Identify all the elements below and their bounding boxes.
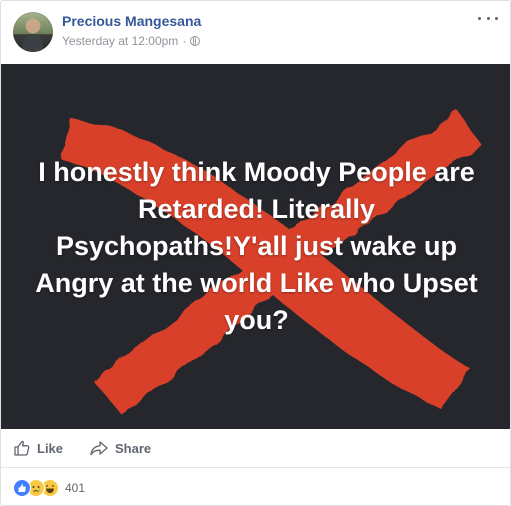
like-icon	[13, 479, 31, 497]
like-button[interactable]: Like	[13, 429, 63, 467]
post-header: Precious Mangesana Yesterday at 12:00pm …	[1, 1, 510, 63]
post-card: Precious Mangesana Yesterday at 12:00pm …	[0, 0, 511, 506]
meta-separator: ·	[182, 34, 187, 48]
image-caption: I honestly think Moody People are Retard…	[35, 157, 478, 335]
post-timestamp[interactable]: Yesterday at 12:00pm	[62, 34, 178, 48]
post-meta: Yesterday at 12:00pm ·	[62, 34, 201, 48]
share-button[interactable]: Share	[89, 429, 151, 467]
avatar-shirt	[23, 34, 43, 52]
author-name[interactable]: Precious Mangesana	[62, 13, 201, 29]
post-image[interactable]: I honestly think Moody People are Retard…	[1, 64, 510, 429]
share-label: Share	[115, 440, 152, 456]
reactions-summary[interactable]: 401	[13, 479, 85, 497]
share-arrow-icon	[89, 439, 109, 457]
post-actions: Like Share	[1, 429, 510, 468]
thumbs-up-icon	[13, 439, 31, 457]
more-options-icon[interactable]	[478, 13, 498, 23]
like-label: Like	[37, 440, 64, 456]
reaction-count[interactable]: 401	[65, 481, 85, 495]
author-avatar[interactable]	[13, 12, 53, 52]
globe-icon[interactable]	[190, 36, 201, 46]
